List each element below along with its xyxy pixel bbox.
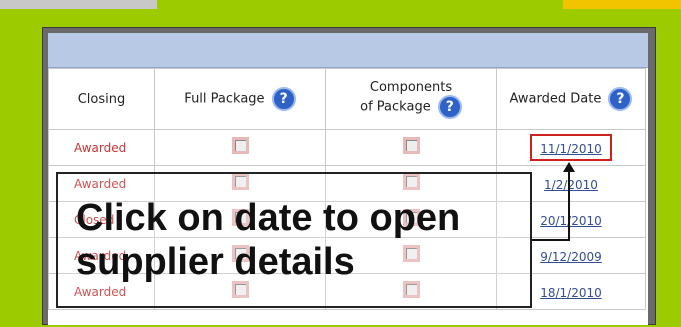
- table-row: Awarded 11/1/2010: [48, 129, 646, 166]
- help-icon[interactable]: ?: [271, 87, 296, 111]
- header-closing: Closing: [48, 68, 155, 130]
- header-full-package: Full Package ?: [154, 68, 326, 130]
- full-package-checkbox[interactable]: [231, 137, 249, 154]
- table-header-bar: [48, 33, 648, 68]
- header-components-of-package: Components of Package ?: [325, 68, 497, 130]
- awarded-date-link[interactable]: 11/1/2010: [540, 142, 602, 156]
- highlight-box: 11/1/2010: [530, 134, 612, 161]
- components-checkbox[interactable]: [402, 137, 420, 154]
- components-cell: [325, 129, 497, 166]
- help-icon[interactable]: ?: [608, 87, 633, 111]
- table-header-row: Closing Full Package ? Components of Pac…: [48, 68, 646, 130]
- awarded-date-link[interactable]: 1/2/2010: [544, 178, 598, 192]
- callout-text: Click on date to open supplier details: [76, 196, 546, 284]
- top-yellow-strip: [563, 0, 681, 9]
- arrow-head-icon: [563, 162, 575, 172]
- awarded-date-link[interactable]: 18/1/2010: [540, 286, 602, 300]
- arrow-line: [568, 171, 570, 241]
- awarded-date-link[interactable]: 20/1/2010: [540, 214, 602, 228]
- arrow-line: [532, 239, 570, 241]
- awarded-date-cell: 11/1/2010: [496, 129, 646, 166]
- callout-line-1: Click on date to open: [76, 197, 461, 239]
- help-icon[interactable]: ?: [437, 94, 462, 119]
- awarded-date-link[interactable]: 9/12/2009: [540, 250, 602, 264]
- header-awarded-date: Awarded Date ?: [496, 68, 646, 130]
- top-gray-strip: [0, 0, 157, 9]
- full-package-cell: [154, 129, 326, 166]
- callout-line-2: supplier details: [76, 241, 355, 283]
- closing-status: Awarded: [48, 129, 155, 166]
